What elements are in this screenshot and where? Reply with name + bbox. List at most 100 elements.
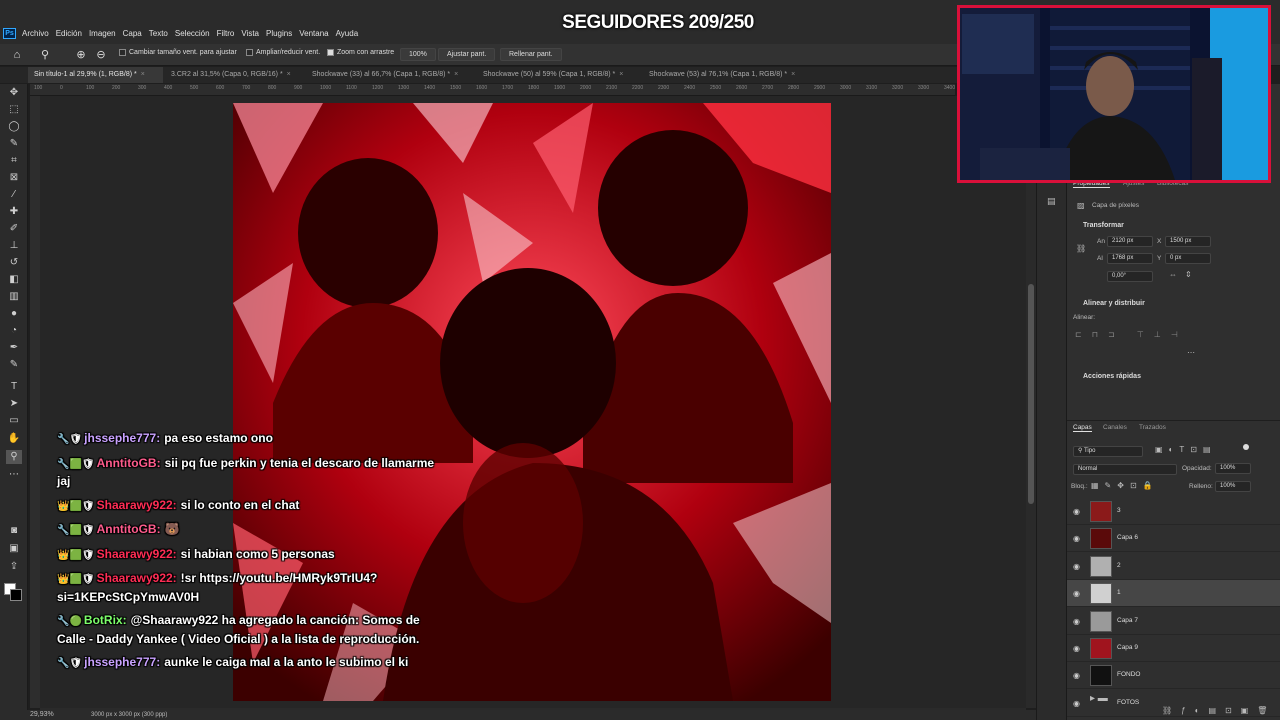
- lock-icons[interactable]: ▦✎✥⊡🔒: [1091, 481, 1159, 490]
- menu-item-2[interactable]: Imagen: [89, 29, 116, 38]
- transform-heading[interactable]: Transformar: [1083, 222, 1124, 229]
- layer-row[interactable]: ◉ FONDO: [1067, 662, 1280, 690]
- height-field[interactable]: 1768 px: [1107, 253, 1153, 264]
- gradient-tool-icon[interactable]: ▥: [6, 290, 22, 304]
- fill-screen-button[interactable]: Rellenar pant.: [500, 48, 562, 61]
- document-tab[interactable]: Shockwave (50) al 59% (Capa 1, RGB/8) * ×: [477, 67, 640, 83]
- quick-mask-icon[interactable]: ◙: [6, 524, 22, 538]
- zoom-level[interactable]: 29,93%: [30, 711, 54, 718]
- menu-item-3[interactable]: Capa: [123, 29, 142, 38]
- x-field[interactable]: 1500 px: [1165, 236, 1211, 247]
- fill-field[interactable]: 100%: [1215, 481, 1251, 492]
- shape-tool-icon[interactable]: ▭: [6, 414, 22, 428]
- more-icon[interactable]: ⋯: [1187, 348, 1195, 357]
- zoom-100-button[interactable]: 100%: [400, 48, 436, 61]
- document-tab[interactable]: Shockwave (33) al 66,7% (Capa 1, RGB/8) …: [306, 67, 474, 83]
- move-tool-icon[interactable]: ✥: [6, 86, 22, 100]
- more-tools-icon[interactable]: ⋯: [6, 468, 22, 482]
- healing-tool-icon[interactable]: ✚: [6, 205, 22, 219]
- zoom-out-icon[interactable]: ⊖: [94, 48, 108, 62]
- history-icon[interactable]: ▤: [1047, 196, 1056, 207]
- width-field[interactable]: 2120 px: [1107, 236, 1153, 247]
- layer-row[interactable]: ◉ 3: [1067, 498, 1280, 525]
- menu-item-0[interactable]: Archivo: [22, 29, 49, 38]
- dodge-tool-icon[interactable]: ◔: [6, 324, 22, 338]
- visibility-eye-icon[interactable]: ◉: [1073, 617, 1080, 626]
- layer-row[interactable]: ◉ 2: [1067, 553, 1280, 580]
- zoom-all-checkbox[interactable]: [246, 49, 253, 56]
- menu-item-1[interactable]: Edición: [56, 29, 82, 38]
- layer-actions[interactable]: ⛓ƒ◐▤⊡▣🗑: [1162, 706, 1276, 715]
- align-heading[interactable]: Alinear y distribuir: [1083, 300, 1145, 307]
- visibility-eye-icon[interactable]: ◉: [1073, 589, 1080, 598]
- menu-item-4[interactable]: Texto: [149, 29, 168, 38]
- frame-tool-icon[interactable]: ⊠: [6, 171, 22, 185]
- zoom-in-icon[interactable]: ⊕: [74, 48, 88, 62]
- screen-mode-icon[interactable]: ▣: [6, 542, 22, 556]
- layer-row[interactable]: ◉ 1: [1067, 580, 1280, 608]
- share-icon[interactable]: ⇪: [6, 560, 22, 574]
- close-tab-icon[interactable]: ×: [791, 71, 795, 78]
- tab-paths[interactable]: Trazados: [1139, 424, 1166, 431]
- close-tab-icon[interactable]: ×: [287, 71, 291, 78]
- flip-horizontal-icon[interactable]: ⇔: [1169, 270, 1177, 279]
- vertical-scroll-thumb[interactable]: [1028, 284, 1034, 504]
- pen-tool-icon[interactable]: ✎: [6, 358, 22, 372]
- visibility-eye-icon[interactable]: ◉: [1073, 644, 1080, 653]
- layer-filter-select[interactable]: ⚲ Tipo: [1073, 446, 1143, 457]
- menu-item-6[interactable]: Filtro: [217, 29, 235, 38]
- menu-item-9[interactable]: Ventana: [299, 29, 328, 38]
- y-field[interactable]: 0 px: [1165, 253, 1211, 264]
- document-tab[interactable]: Shockwave (53) al 76,1% (Capa 1, RGB/8) …: [643, 67, 808, 83]
- lasso-tool-icon[interactable]: ◯: [6, 120, 22, 134]
- zoom-tool-icon[interactable]: ⚲: [6, 450, 22, 464]
- visibility-eye-icon[interactable]: ◉: [1073, 534, 1080, 543]
- path-select-tool-icon[interactable]: ➤: [6, 397, 22, 411]
- zoom-tool-icon[interactable]: ⚲: [38, 48, 52, 62]
- layer-filter-icons[interactable]: ▣◐T⊡▤: [1155, 445, 1217, 454]
- align-icons[interactable]: ⊏⊓⊐ ⊤⊥⊣: [1075, 330, 1188, 339]
- crop-tool-icon[interactable]: ⌗: [6, 154, 22, 168]
- blur-tool-icon[interactable]: ●: [6, 307, 22, 321]
- layer-row[interactable]: ◉ Capa 9: [1067, 635, 1280, 662]
- stamp-tool-icon[interactable]: ⊥: [6, 239, 22, 253]
- quick-select-tool-icon[interactable]: ✎: [6, 137, 22, 151]
- background-color-swatch[interactable]: [10, 589, 22, 601]
- opacity-field[interactable]: 100%: [1215, 463, 1251, 474]
- visibility-eye-icon[interactable]: ◉: [1073, 507, 1080, 516]
- eyedropper-tool-icon[interactable]: ⁄: [6, 188, 22, 202]
- tab-channels[interactable]: Canales: [1103, 424, 1127, 431]
- filter-toggle-icon[interactable]: [1243, 444, 1249, 450]
- brush-tool-icon[interactable]: ✐: [6, 222, 22, 236]
- marquee-tool-icon[interactable]: ⬚: [6, 103, 22, 117]
- visibility-eye-icon[interactable]: ◉: [1073, 699, 1080, 708]
- link-icon[interactable]: ⛓: [1076, 244, 1086, 253]
- flip-vertical-icon[interactable]: ⇕: [1185, 270, 1192, 279]
- close-tab-icon[interactable]: ×: [619, 71, 623, 78]
- angle-field[interactable]: 0,00°: [1107, 271, 1153, 282]
- fit-screen-button[interactable]: Ajustar pant.: [438, 48, 496, 61]
- resize-windows-checkbox[interactable]: [119, 49, 126, 56]
- layer-row[interactable]: ◉ Capa 6: [1067, 525, 1280, 553]
- menu-item-7[interactable]: Vista: [241, 29, 259, 38]
- layer-row[interactable]: ◉ Capa 7: [1067, 608, 1280, 635]
- scrubby-zoom-option[interactable]: Zoom con arrastre: [327, 49, 394, 56]
- menu-item-10[interactable]: Ayuda: [336, 29, 359, 38]
- visibility-eye-icon[interactable]: ◉: [1073, 671, 1080, 680]
- close-tab-icon[interactable]: ×: [141, 71, 145, 78]
- document-tab[interactable]: 3.CR2 al 31,5% (Capa 0, RGB/16) * ×: [165, 67, 303, 83]
- hand-tool-icon[interactable]: ✋: [6, 432, 22, 446]
- blend-mode-select[interactable]: Normal: [1073, 464, 1177, 475]
- quick-actions-heading[interactable]: Acciones rápidas: [1083, 373, 1141, 380]
- tab-layers[interactable]: Capas: [1073, 424, 1092, 432]
- home-icon[interactable]: ⌂: [10, 48, 24, 62]
- history-brush-tool-icon[interactable]: ↺: [6, 256, 22, 270]
- close-tab-icon[interactable]: ×: [454, 71, 458, 78]
- scrubby-zoom-checkbox[interactable]: [327, 49, 334, 56]
- menu-item-8[interactable]: Plugins: [266, 29, 292, 38]
- visibility-eye-icon[interactable]: ◉: [1073, 562, 1080, 571]
- document-tab[interactable]: Sin título-1 al 29,9% (1, RGB/8) * ×: [28, 67, 163, 83]
- menu-item-5[interactable]: Selección: [175, 29, 210, 38]
- type-tool-icon[interactable]: T: [6, 380, 22, 394]
- eraser-tool-icon[interactable]: ◧: [6, 273, 22, 287]
